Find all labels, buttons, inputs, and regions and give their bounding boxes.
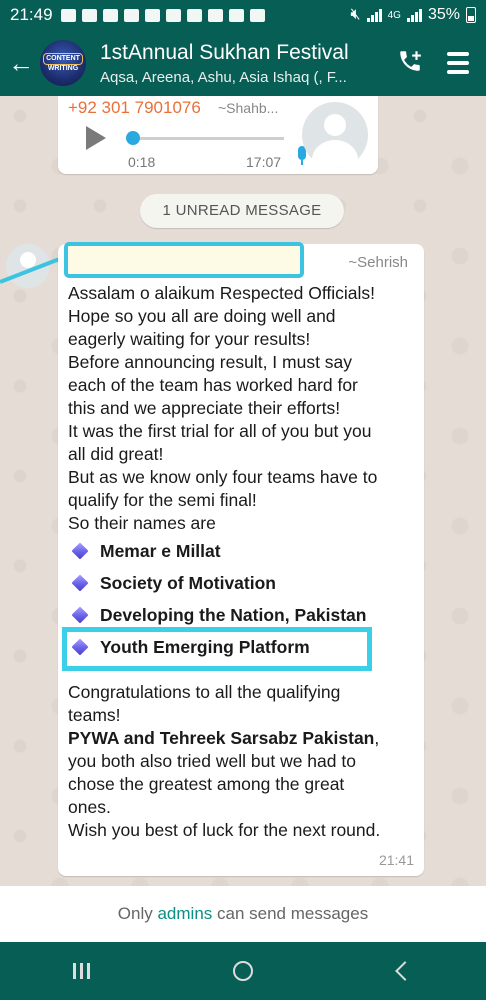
message-line: all did great! — [68, 444, 164, 464]
youtube-icon — [123, 8, 139, 22]
message-line: Hope so you all are doing well and — [68, 306, 336, 326]
team-item: Memar e Millat — [68, 535, 418, 567]
voice-message[interactable]: +92 301 7901076 ~Shahb... 0:18 17:07 — [58, 96, 378, 174]
message-body: Assalam o alaikum Respected Officials! H… — [62, 282, 418, 842]
mute-icon: 🔇︎ — [350, 6, 361, 23]
message-line: each of the team has worked hard for — [68, 375, 358, 395]
status-bar: 21:49 🔇︎ 4G 35% — [0, 0, 486, 30]
group-info[interactable]: 1stAnnual Sukhan Festival Aqsa, Areena, … — [100, 41, 390, 86]
admins-only-notice: Only admins can send messages — [0, 886, 486, 942]
message-line: Congratulations to all the qualifying — [68, 682, 341, 702]
avatar-text: WRITING — [47, 65, 79, 72]
group-avatar[interactable]: CONTENT WRITING — [40, 40, 86, 86]
mail-icon — [207, 8, 223, 22]
unread-banner: 1 UNREAD MESSAGE — [140, 194, 344, 228]
message-line: ones. — [68, 797, 111, 817]
voice-sender-name: ~Shahb... — [218, 100, 279, 116]
message-line: It was the first trial for all of you bu… — [68, 421, 372, 441]
message-line: PYWA and Tehreek Sarsabz Pakistan, — [68, 727, 418, 750]
recents-icon[interactable] — [41, 951, 121, 991]
team-item: Society of Motivation — [68, 567, 418, 599]
punctuation: , — [374, 728, 380, 748]
notice-text: Only — [117, 904, 158, 923]
bold-teams: PYWA and Tehreek Sarsabz Pakistan — [68, 728, 375, 748]
sender-name-highlight — [64, 242, 304, 278]
team-item: Youth Emerging Platform — [62, 627, 418, 671]
diamond-icon — [71, 574, 89, 592]
audio-seek-handle[interactable] — [126, 131, 140, 145]
text-message[interactable]: ~Sehrish Assalam o alaikum Respected Off… — [58, 242, 424, 876]
message-line: eagerly waiting for your results! — [68, 329, 311, 349]
sender-avatar[interactable] — [6, 244, 50, 288]
system-nav-bar — [0, 942, 486, 1000]
group-title: 1stAnnual Sukhan Festival — [100, 40, 349, 64]
team-item: Developing the Nation, Pakistan — [68, 599, 418, 631]
voice-sender-number[interactable]: +92 301 7901076 — [68, 98, 201, 118]
team-name: Developing the Nation, Pakistan — [100, 604, 367, 625]
battery-percent: 35% — [427, 6, 460, 23]
notice-text: can send messages — [212, 904, 369, 923]
status-time: 21:49 — [10, 5, 53, 24]
chat-header: ← CONTENT WRITING 1stAnnual Sukhan Festi… — [0, 30, 486, 96]
back-icon[interactable] — [365, 951, 445, 991]
notification-icons — [60, 8, 265, 22]
message-line: teams! — [68, 705, 121, 725]
voice-avatar — [302, 102, 368, 168]
message-line: you both also tried well but we had to — [68, 751, 356, 771]
network-type: 4G — [387, 9, 401, 21]
message-line: qualify for the semi final! — [68, 490, 257, 510]
message-line: Assalam o alaikum Respected Officials! — [68, 283, 376, 303]
avatar-text: CONTENT — [43, 53, 83, 65]
signal-icon — [406, 8, 422, 22]
team-name: Memar e Millat — [100, 540, 221, 561]
voice-duration: 0:18 — [128, 154, 156, 170]
video-icon — [249, 8, 265, 22]
cloud-icon — [165, 8, 181, 22]
message-timestamp: 21:41 — [378, 852, 414, 868]
voice-timestamp: 17:07 — [246, 154, 282, 170]
team-name: Youth Emerging Platform — [100, 636, 310, 657]
message-line: Before announcing result, I must say — [68, 352, 353, 372]
message-line: So their names are — [68, 513, 216, 533]
message-sender-name: ~Sehrish — [348, 254, 408, 271]
youtube-icon — [81, 8, 97, 22]
play-icon[interactable] — [86, 126, 106, 150]
message-line: chose the greatest among the great — [68, 774, 345, 794]
message-line: this and we appreciate their efforts! — [68, 398, 341, 418]
diamond-icon — [71, 606, 89, 624]
youtube-icon — [102, 8, 118, 22]
add-call-icon[interactable] — [390, 48, 430, 79]
admins-link[interactable]: admins — [157, 904, 212, 923]
message-line: But as we know only four teams have to — [68, 467, 378, 487]
arrow-left-icon[interactable]: ← — [0, 48, 38, 79]
diamond-icon — [71, 638, 89, 656]
message-line: Wish you best of luck for the next round… — [68, 820, 381, 840]
instagram-icon — [186, 8, 202, 22]
battery-icon — [466, 7, 476, 23]
menu-icon[interactable] — [430, 52, 486, 74]
facebook-icon — [60, 8, 76, 22]
diamond-icon — [71, 542, 89, 560]
home-icon[interactable] — [203, 951, 283, 991]
group-members: Aqsa, Areena, Ashu, Asia Ishaq (, F... — [100, 68, 347, 86]
signal-icon — [366, 8, 382, 22]
facebook-icon — [144, 8, 160, 22]
team-name: Society of Motivation — [100, 572, 276, 593]
audio-seek-track[interactable] — [134, 137, 284, 140]
chat-area[interactable]: +92 301 7901076 ~Shahb... 0:18 17:07 1 U… — [0, 96, 486, 886]
status-right: 🔇︎ 4G 35% — [351, 6, 476, 24]
gallery-icon — [228, 8, 244, 22]
